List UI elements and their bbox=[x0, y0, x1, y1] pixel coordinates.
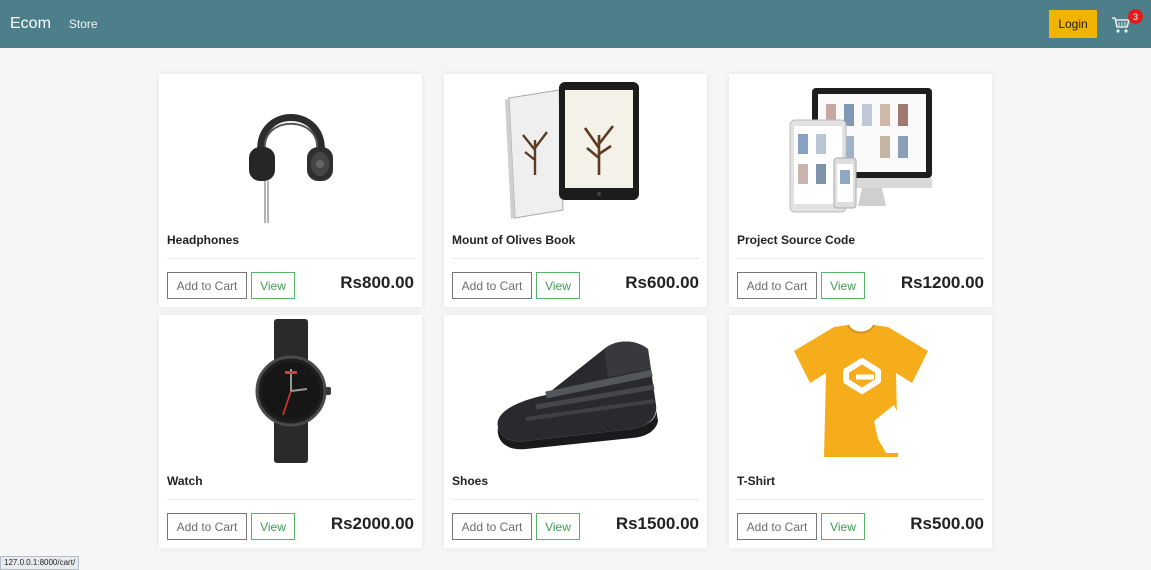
product-image bbox=[159, 315, 422, 467]
product-name: Mount of Olives Book bbox=[452, 233, 576, 247]
product-image bbox=[729, 74, 992, 226]
product-card: Mount of Olives Book Add to Cart View Rs… bbox=[444, 74, 707, 307]
view-button[interactable]: View bbox=[251, 272, 295, 299]
product-name: Shoes bbox=[452, 474, 489, 488]
product-image bbox=[444, 315, 707, 467]
product-price: Rs800.00 bbox=[340, 273, 414, 292]
add-to-cart-button[interactable]: Add to Cart bbox=[452, 513, 532, 540]
shoe-icon bbox=[497, 341, 658, 450]
product-image bbox=[444, 74, 707, 226]
card-divider bbox=[167, 258, 414, 259]
product-card: Project Source Code Add to Cart View Rs1… bbox=[729, 74, 992, 307]
view-button[interactable]: View bbox=[536, 272, 580, 299]
devices-icon bbox=[789, 88, 932, 213]
product-grid: Headphones Add to Cart View Rs800.00 Mou… bbox=[159, 74, 993, 548]
status-bar-url: 127.0.0.1:8000/cart/ bbox=[0, 556, 80, 570]
tshirt-icon bbox=[793, 324, 928, 457]
watch-icon bbox=[255, 319, 331, 463]
add-to-cart-button[interactable]: Add to Cart bbox=[167, 513, 247, 540]
view-button[interactable]: View bbox=[251, 513, 295, 540]
product-price: Rs600.00 bbox=[625, 273, 699, 292]
product-card: Shoes Add to Cart View Rs1500.00 bbox=[444, 315, 707, 548]
product-name: T-Shirt bbox=[737, 474, 775, 488]
card-divider bbox=[737, 258, 984, 259]
product-card: Headphones Add to Cart View Rs800.00 bbox=[159, 74, 422, 307]
view-button[interactable]: View bbox=[821, 272, 865, 299]
add-to-cart-button[interactable]: Add to Cart bbox=[167, 272, 247, 299]
headphones-icon bbox=[248, 114, 333, 223]
product-name: Project Source Code bbox=[737, 233, 856, 247]
view-button[interactable]: View bbox=[821, 513, 865, 540]
product-price: Rs1200.00 bbox=[900, 273, 984, 292]
card-divider bbox=[452, 258, 699, 259]
add-to-cart-button[interactable]: Add to Cart bbox=[737, 272, 817, 299]
product-price: Rs500.00 bbox=[910, 514, 984, 533]
view-button[interactable]: View bbox=[536, 513, 580, 540]
nav-link-store[interactable]: Store bbox=[69, 17, 98, 31]
product-image bbox=[729, 315, 992, 467]
cart-button[interactable]: 3 bbox=[1111, 9, 1143, 37]
product-card: Watch Add to Cart View Rs2000.00 bbox=[159, 315, 422, 548]
brand-logo[interactable]: Ecom bbox=[10, 15, 51, 33]
product-price: Rs1500.00 bbox=[615, 514, 699, 533]
navbar: Ecom Store Login 3 bbox=[0, 0, 1151, 48]
product-card: T-Shirt Add to Cart View Rs500.00 bbox=[729, 315, 992, 548]
product-price: Rs2000.00 bbox=[330, 514, 414, 533]
card-divider bbox=[452, 499, 699, 500]
product-name: Headphones bbox=[167, 233, 240, 247]
cart-count-badge: 3 bbox=[1128, 9, 1143, 24]
nav-right: Login 3 bbox=[1049, 9, 1143, 38]
product-image bbox=[159, 74, 422, 226]
card-divider bbox=[737, 499, 984, 500]
product-name: Watch bbox=[167, 474, 203, 488]
add-to-cart-button[interactable]: Add to Cart bbox=[737, 513, 817, 540]
login-button[interactable]: Login bbox=[1049, 10, 1097, 38]
add-to-cart-button[interactable]: Add to Cart bbox=[452, 272, 532, 299]
card-divider bbox=[167, 499, 414, 500]
book-tablet-icon bbox=[504, 82, 639, 219]
